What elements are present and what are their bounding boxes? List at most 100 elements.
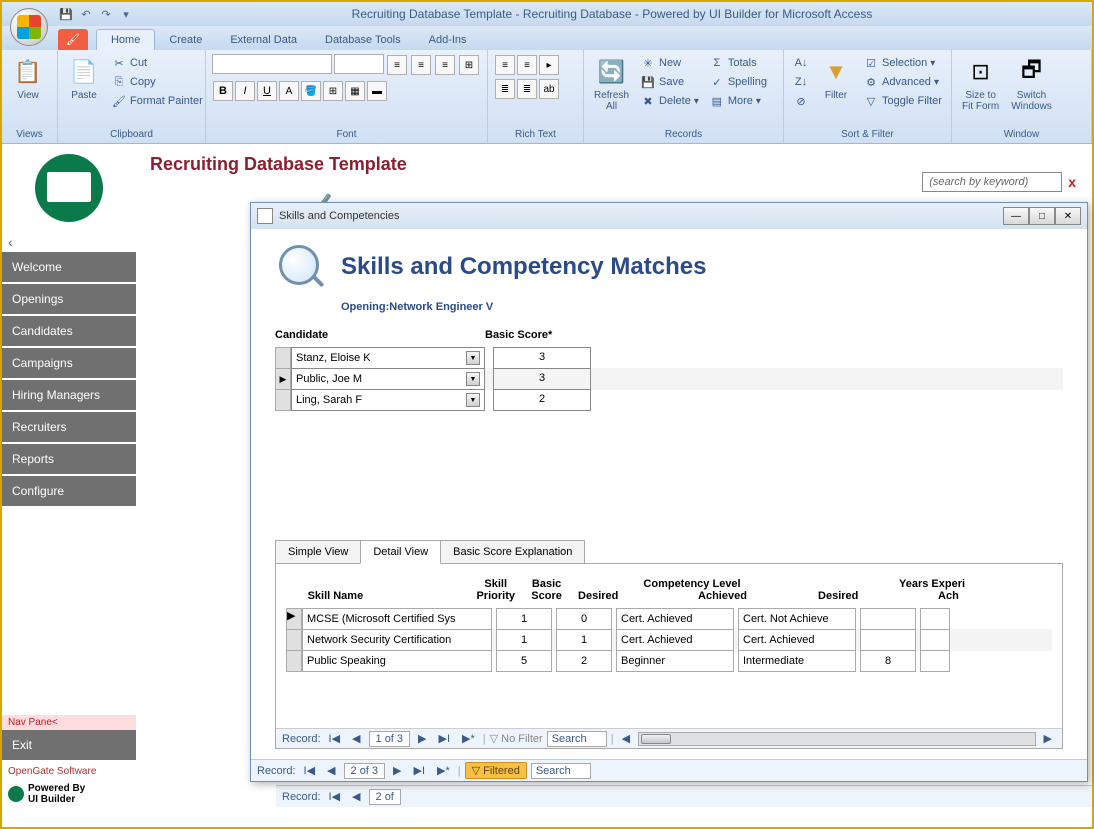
hscroll-left-button[interactable]: ◀ — [618, 732, 634, 745]
nav-configure[interactable]: Configure — [2, 476, 136, 506]
chevron-down-icon[interactable]: ▼ — [466, 351, 480, 365]
chevron-down-icon[interactable]: ▼ — [466, 372, 480, 386]
yrs-desired-cell[interactable] — [860, 629, 916, 651]
chevron-down-icon[interactable]: ▼ — [466, 393, 480, 407]
view-button[interactable]: 📋View — [8, 54, 48, 103]
skill-name-cell[interactable]: MCSE (Microsoft Certified Sys — [302, 608, 492, 630]
minimize-button[interactable]: — — [1003, 207, 1029, 225]
recnav-position[interactable]: 2 of 3 — [344, 763, 386, 779]
totals-button[interactable]: ΣTotals — [706, 54, 770, 72]
tab-add-ins[interactable]: Add-Ins — [415, 30, 481, 50]
skill-row-selector[interactable]: ▶ — [286, 608, 302, 630]
save-icon[interactable]: 💾 — [58, 6, 74, 22]
cand-row-selector[interactable] — [275, 347, 291, 369]
nav-pane-button[interactable]: Nav Pane< — [2, 715, 136, 730]
comp-desired-cell[interactable]: Cert. Achieved — [616, 608, 734, 630]
horizontal-scrollbar[interactable] — [638, 732, 1035, 746]
nav-reports[interactable]: Reports — [2, 444, 136, 474]
comp-desired-cell[interactable]: Beginner — [616, 650, 734, 672]
tab-create[interactable]: Create — [155, 30, 216, 50]
recnav-next-button[interactable]: ▶ — [389, 764, 405, 777]
candidate-score[interactable]: 3 — [493, 368, 591, 390]
bold-button[interactable]: B — [213, 81, 233, 101]
skill-name-cell[interactable]: Public Speaking — [302, 650, 492, 672]
recnav-new-button[interactable]: ▶* — [458, 732, 479, 745]
recnav-prev-button[interactable]: ◀ — [348, 790, 364, 803]
tab-database-tools[interactable]: Database Tools — [311, 30, 415, 50]
nav-exit[interactable]: Exit — [2, 730, 136, 760]
fill-color-button[interactable]: 🪣 — [301, 81, 321, 101]
selection-button[interactable]: ☑Selection▾ — [860, 54, 945, 72]
skill-score-cell[interactable]: 0 — [556, 608, 612, 630]
skill-row-selector[interactable] — [286, 629, 302, 651]
comp-achieved-cell[interactable]: Intermediate — [738, 650, 856, 672]
refresh-all-button[interactable]: 🔄Refresh All — [590, 54, 633, 114]
skill-row-selector[interactable] — [286, 650, 302, 672]
maximize-button[interactable]: □ — [1029, 207, 1055, 225]
candidate-score[interactable]: 2 — [493, 389, 591, 411]
nav-openings[interactable]: Openings — [2, 284, 136, 314]
cand-row-selector[interactable]: ▶ — [275, 368, 291, 390]
cut-button[interactable]: ✂Cut — [108, 54, 206, 72]
sort-asc-button[interactable]: A↓ — [790, 54, 812, 72]
yrs-achieved-cell[interactable] — [920, 629, 950, 651]
sort-desc-button[interactable]: Z↓ — [790, 73, 812, 91]
skill-score-cell[interactable]: 1 — [556, 629, 612, 651]
paste-button[interactable]: 📄Paste — [64, 54, 104, 103]
recnav-search-input[interactable]: Search — [531, 763, 591, 779]
search-input[interactable]: (search by keyword) — [922, 172, 1062, 192]
search-clear-button[interactable]: x — [1068, 174, 1076, 190]
candidate-combo[interactable]: Ling, Sarah F▼ — [291, 389, 485, 411]
skill-priority-cell[interactable]: 1 — [496, 608, 552, 630]
comp-achieved-cell[interactable]: Cert. Not Achieve — [738, 608, 856, 630]
recnav-first-button[interactable]: I◀ — [300, 764, 320, 777]
candidate-combo[interactable]: Stanz, Eloise K▼ — [291, 347, 485, 369]
tab-basic-score-explanation[interactable]: Basic Score Explanation — [440, 540, 585, 564]
yrs-achieved-cell[interactable] — [920, 608, 950, 630]
nav-collapse-button[interactable]: ‹ — [2, 232, 136, 252]
recnav-first-button[interactable]: I◀ — [325, 790, 345, 803]
tab-home[interactable]: Home — [96, 29, 155, 50]
recnav-first-button[interactable]: I◀ — [325, 732, 345, 745]
save-button[interactable]: 💾Save — [637, 73, 702, 91]
skills-window-titlebar[interactable]: Skills and Competencies — □ ✕ — [251, 203, 1087, 229]
delete-button[interactable]: ✖Delete▾ — [637, 92, 702, 110]
copy-button[interactable]: ⎘Copy — [108, 73, 206, 91]
tab-external-data[interactable]: External Data — [216, 30, 311, 50]
spelling-button[interactable]: ✓Spelling — [706, 73, 770, 91]
recnav-search-input[interactable]: Search — [547, 731, 607, 747]
new-button[interactable]: ✳New — [637, 54, 702, 72]
skill-priority-cell[interactable]: 1 — [496, 629, 552, 651]
nav-welcome[interactable]: Welcome — [2, 252, 136, 282]
qat-dropdown-icon[interactable]: ▾ — [118, 6, 134, 22]
clear-sort-button[interactable]: ⊘ — [790, 92, 812, 110]
advanced-button[interactable]: ⚙Advanced▾ — [860, 73, 945, 91]
format-painter-button[interactable]: 🖌Format Painter — [108, 92, 206, 110]
recnav-next-button[interactable]: ▶ — [414, 732, 430, 745]
filter-button[interactable]: ▼Filter — [816, 54, 856, 103]
recnav-prev-button[interactable]: ◀ — [323, 764, 339, 777]
recnav-last-button[interactable]: ▶I — [410, 764, 430, 777]
size-to-fit-button[interactable]: ⊡Size to Fit Form — [958, 54, 1003, 114]
recnav-prev-button[interactable]: ◀ — [348, 732, 364, 745]
recnav-position[interactable]: 1 of 3 — [369, 731, 411, 747]
nav-campaigns[interactable]: Campaigns — [2, 348, 136, 378]
no-filter-label[interactable]: ▽ No Filter — [490, 732, 543, 745]
form-design-tab[interactable]: 🖌 — [58, 29, 88, 50]
candidate-score[interactable]: 3 — [493, 347, 591, 369]
recnav-new-button[interactable]: ▶* — [433, 764, 454, 777]
skill-priority-cell[interactable]: 5 — [496, 650, 552, 672]
undo-icon[interactable]: ↶ — [78, 6, 94, 22]
cand-row-selector[interactable] — [275, 389, 291, 411]
italic-button[interactable]: I — [235, 81, 255, 101]
underline-button[interactable]: U — [257, 81, 277, 101]
hscroll-right-button[interactable]: ▶ — [1040, 732, 1056, 745]
skill-score-cell[interactable]: 2 — [556, 650, 612, 672]
candidate-combo[interactable]: Public, Joe M▼ — [291, 368, 485, 390]
yrs-achieved-cell[interactable] — [920, 650, 950, 672]
yrs-desired-cell[interactable] — [860, 608, 916, 630]
font-color-button[interactable]: A — [279, 81, 299, 101]
scrollbar-thumb[interactable] — [641, 734, 671, 744]
redo-icon[interactable]: ↷ — [98, 6, 114, 22]
close-button[interactable]: ✕ — [1055, 207, 1081, 225]
